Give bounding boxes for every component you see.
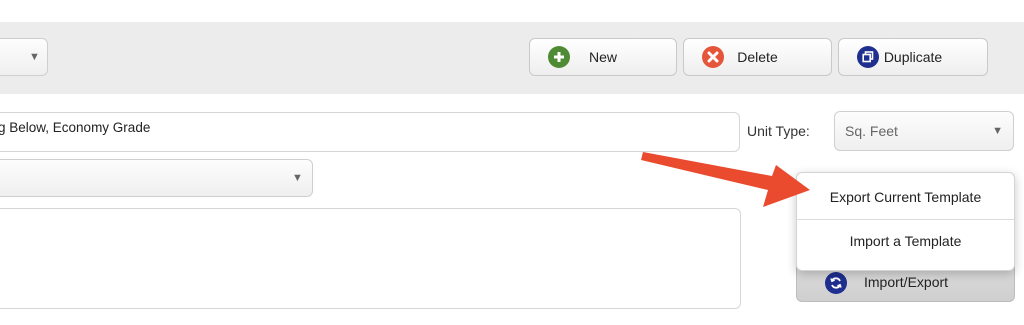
new-button-label: New [588,49,617,65]
duplicate-button[interactable]: Duplicate [838,38,988,76]
chevron-down-icon: ▼ [29,51,40,63]
delete-button-label: Delete [737,49,778,65]
refresh-icon [825,272,847,294]
unit-type-select[interactable]: Sq. Feet ▼ [834,111,1014,151]
unit-type-value: Sq. Feet [845,123,898,139]
menu-divider [797,219,1014,220]
category-select[interactable]: ▼ [0,159,313,197]
chevron-down-icon: ▼ [992,125,1003,137]
duplicate-button-label: Duplicate [883,49,943,65]
menu-item-import-template[interactable]: Import a Template [797,233,1014,249]
import-export-label: Import/Export [864,274,949,290]
menu-item-export-current-template[interactable]: Export Current Template [797,189,1014,205]
description-textarea[interactable] [0,208,741,309]
unit-type-label: Unit Type: [747,123,810,139]
import-export-menu: Export Current Template Import a Templat… [796,172,1015,271]
delete-button[interactable]: Delete [683,38,832,76]
template-name-value: g Below, Economy Grade [0,120,151,135]
record-select[interactable]: ▼ [0,38,48,76]
chevron-down-icon: ▼ [292,172,303,184]
new-button[interactable]: New [529,38,677,76]
